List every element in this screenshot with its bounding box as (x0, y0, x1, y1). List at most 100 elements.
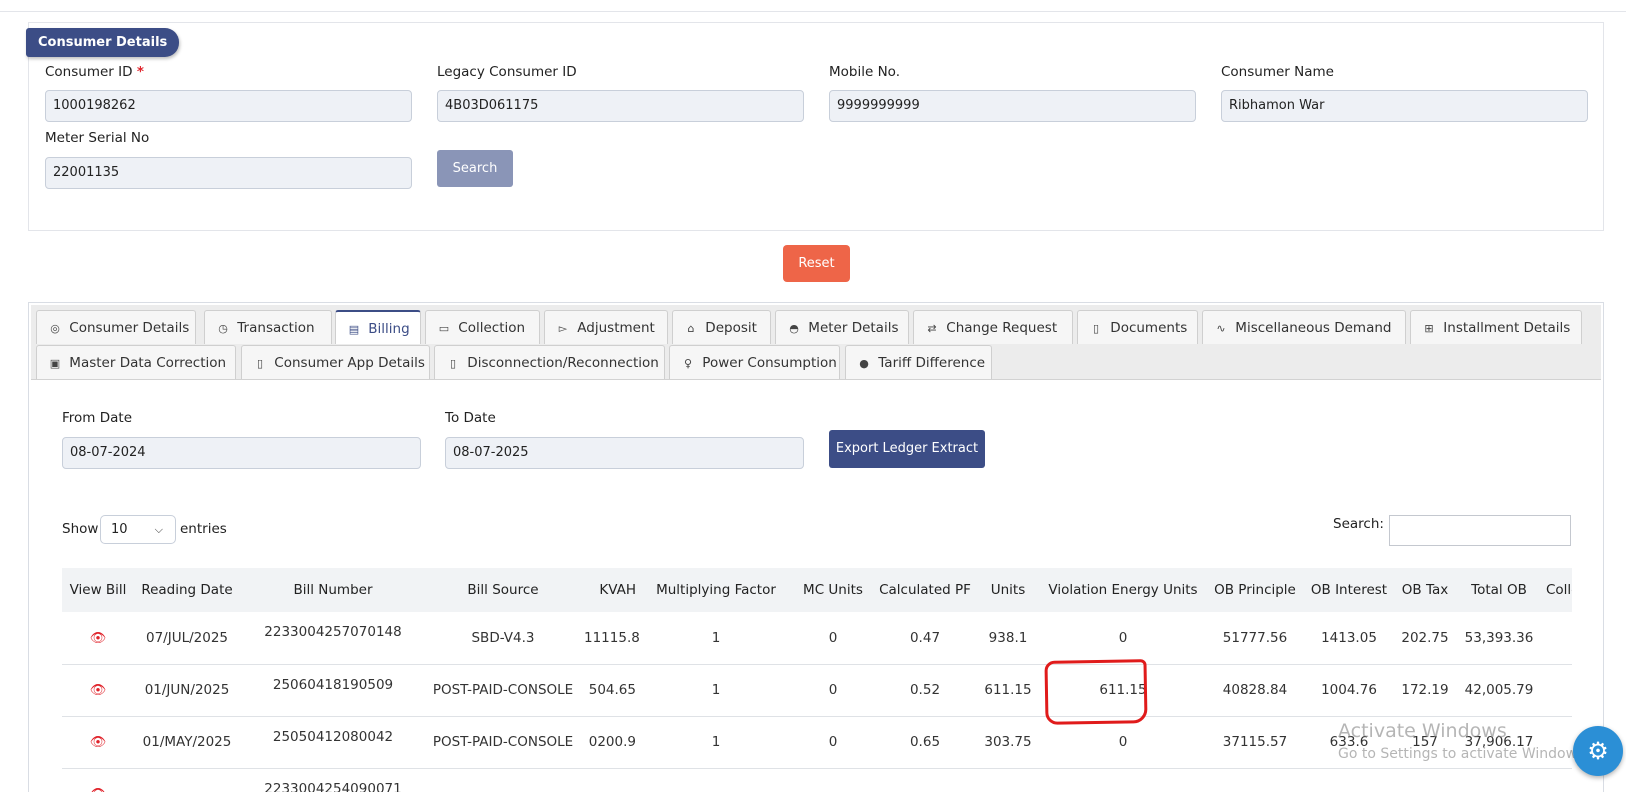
column-header[interactable]: Collec (1542, 568, 1572, 612)
tab-adjustment[interactable]: ▻ Adjustment (544, 310, 668, 344)
column-header[interactable]: Violation Energy Units (1040, 568, 1206, 612)
legacy-id-input[interactable]: 4B03D061175 (437, 90, 804, 122)
tab-master-data-correction[interactable]: ▣ Master Data Correction (36, 345, 236, 379)
column-header[interactable]: MC Units (792, 568, 874, 612)
eye-icon[interactable]: 👁 (90, 683, 107, 698)
column-header[interactable]: View Bill (62, 568, 134, 612)
table-row: 👁 2233004254090071 (62, 768, 1572, 792)
table-cell: 303.75 (976, 716, 1040, 769)
table-cell: 0.52 (874, 664, 976, 717)
from-date-input[interactable]: 08-07-2024 (62, 437, 421, 469)
tab-miscellaneous-demand[interactable]: ∿ Miscellaneous Demand (1202, 310, 1406, 344)
table-row: 👁 07/JUL/2025 2233004257070148 SBD-V4.3 … (62, 612, 1572, 665)
column-header[interactable]: Calculated PF (874, 568, 976, 612)
gauge-icon: ◓ (789, 322, 799, 335)
reset-button[interactable]: Reset (783, 245, 850, 282)
tab-disconnection-reconnection[interactable]: ▯ Disconnection/Reconnection (434, 345, 665, 379)
table-header-row: View Bill Reading Date Bill Number Bill … (62, 568, 1572, 612)
table-cell (792, 768, 874, 792)
column-header[interactable]: OB Tax (1394, 568, 1456, 612)
column-header[interactable]: Bill Source (426, 568, 580, 612)
entries-select[interactable]: 10 ⌵ (100, 515, 176, 544)
tab-documents[interactable]: ▯ Documents (1077, 310, 1198, 344)
tab-power-consumption[interactable]: ♀ Power Consumption (669, 345, 840, 379)
meter-serial-input[interactable]: 22001135 (45, 157, 412, 189)
tab-consumer-app-details[interactable]: ▯ Consumer App Details (241, 345, 430, 379)
table-cell (1394, 768, 1456, 792)
tab-change-request[interactable]: ⇄ Change Request (913, 310, 1073, 344)
from-date-label: From Date (62, 410, 133, 426)
view-bill-cell[interactable]: 👁 (62, 716, 134, 769)
table-cell: 172.19 (1394, 664, 1456, 717)
table-cell: 611.15 (976, 664, 1040, 717)
column-header[interactable]: KVAH (580, 568, 640, 612)
tab-installment-details[interactable]: ⊞ Installment Details (1410, 310, 1582, 344)
tab-meter-details[interactable]: ◓ Meter Details (775, 310, 909, 344)
table-cell: 202.75 (1394, 612, 1456, 665)
table-search-input[interactable] (1389, 515, 1571, 546)
table-cell: POST-PAID-CONSOLE (426, 716, 580, 769)
column-header[interactable]: OB Interest (1304, 568, 1394, 612)
table-cell: 2233004257070148 (240, 612, 426, 665)
table-cell (1206, 768, 1304, 792)
column-header[interactable]: Reading Date (134, 568, 240, 612)
view-bill-cell[interactable]: 👁 (62, 768, 134, 792)
table-cell: 1004.76 (1304, 664, 1394, 717)
table-cell (640, 768, 792, 792)
table-cell: 01/MAY/2025 (134, 716, 240, 769)
tab-billing[interactable]: ▤ Billing (335, 310, 421, 344)
eye-icon[interactable]: 👁 (90, 735, 107, 750)
settings-circle-icon: ◎ (50, 322, 60, 335)
eye-icon[interactable]: 👁 (90, 631, 107, 646)
view-bill-cell[interactable]: 👁 (62, 664, 134, 717)
dot-icon: ● (859, 357, 869, 370)
tab-tariff-difference[interactable]: ● Tariff Difference (845, 345, 992, 379)
table-cell: 42,005.79 (1456, 664, 1542, 717)
table-cell: 611.15 (1040, 664, 1206, 717)
table-cell (134, 768, 240, 792)
table-cell: 938.1 (976, 612, 1040, 665)
export-ledger-button[interactable]: Export Ledger Extract (829, 430, 985, 468)
to-date-label: To Date (445, 410, 496, 426)
table-cell: SBD-V4.3 (426, 612, 580, 665)
view-bill-cell[interactable]: 👁 (62, 612, 134, 665)
table-cell: 11115.8 (580, 612, 640, 665)
plus-box-icon: ⊞ (1424, 322, 1434, 335)
tab-deposit[interactable]: ⌂ Deposit (672, 310, 771, 344)
consumer-id-input[interactable]: 1000198262 (45, 90, 412, 122)
gear-icon[interactable]: ⚙ (1573, 726, 1623, 776)
consumer-id-label: Consumer ID * (45, 64, 144, 80)
clock-icon: ◷ (218, 322, 228, 335)
mobile-input[interactable]: 9999999999 (829, 90, 1196, 122)
git-compare-icon: ⇄ (927, 322, 937, 335)
table-cell: 504.65 (580, 664, 640, 717)
column-header[interactable]: Units (976, 568, 1040, 612)
table-cell: 1 (640, 716, 792, 769)
tab-transaction[interactable]: ◷ Transaction (204, 310, 332, 344)
eye-icon[interactable]: 👁 (90, 787, 107, 792)
table-cell: 53,393.36 (1456, 612, 1542, 665)
table-cell: 0.47 (874, 612, 976, 665)
column-header[interactable]: Bill Number (240, 568, 426, 612)
table-cell: 0200.9 (580, 716, 640, 769)
column-header[interactable]: Total OB (1456, 568, 1542, 612)
to-date-input[interactable]: 08-07-2025 (445, 437, 804, 469)
consumer-name-input[interactable]: Ribhamon War (1221, 90, 1588, 122)
meter-serial-label: Meter Serial No (45, 130, 150, 146)
mobile-label: Mobile No. (829, 64, 900, 80)
table-cell: 0 (792, 716, 874, 769)
consumer-search-card (28, 22, 1604, 231)
table-cell: 51777.56 (1206, 612, 1304, 665)
consumer-details-badge: Consumer Details (26, 28, 180, 57)
table-search-label: Search: (1333, 516, 1384, 532)
table-cell: 0.65 (874, 716, 976, 769)
column-header[interactable]: Multiplying Factor (640, 568, 792, 612)
column-header[interactable]: OB Principle (1206, 568, 1304, 612)
table-cell (1542, 768, 1572, 792)
mobile-icon: ▯ (256, 357, 264, 370)
table-cell (580, 768, 640, 792)
tab-collection[interactable]: ▭ Collection (425, 310, 540, 344)
search-button[interactable]: Search (437, 150, 513, 187)
tab-consumer-details[interactable]: ◎ Consumer Details (36, 310, 196, 344)
table-cell: POST-PAID-CONSOLE (426, 664, 580, 717)
